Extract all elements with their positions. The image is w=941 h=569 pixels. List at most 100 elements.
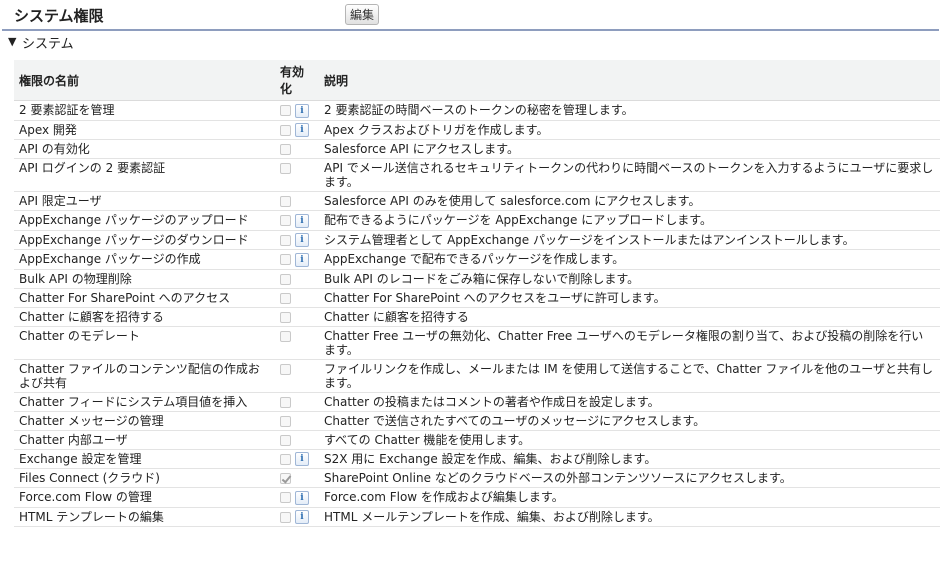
info-icon[interactable]: i (295, 510, 309, 524)
permission-description: Apex クラスおよびトリガを作成します。 (319, 120, 940, 140)
enabled-cell (275, 468, 319, 488)
enabled-cell (275, 411, 319, 431)
enabled-cell (275, 191, 319, 211)
enabled-checkbox[interactable] (280, 311, 291, 323)
permission-name: HTML テンプレートの編集 (14, 507, 275, 527)
enabled-cell (275, 158, 319, 192)
permission-name: Chatter For SharePoint へのアクセス (14, 288, 275, 308)
permission-name: Chatter 内部ユーザ (14, 430, 275, 450)
enabled-checkbox[interactable] (280, 105, 291, 116)
permission-description: Force.com Flow を作成および編集します。 (319, 487, 940, 508)
permission-name: AppExchange パッケージのアップロード (14, 210, 275, 231)
enabled-cell (275, 359, 319, 393)
enabled-cell (275, 288, 319, 308)
enabled-checkbox[interactable] (280, 492, 291, 503)
column-header-name: 権限の名前 (14, 60, 275, 101)
table-row: Exchange 設定を管理 i S2X 用に Exchange 設定を作成、編集、… (14, 449, 940, 469)
permission-name: API ログインの 2 要素認証 (14, 158, 275, 192)
table-row: Chatter に顧客を招待する Chatter に顧客を招待する (14, 307, 940, 327)
enabled-checkbox[interactable] (280, 396, 291, 408)
enabled-cell (275, 326, 319, 360)
permission-name: Chatter フィードにシステム項目値を挿入 (14, 392, 275, 412)
permission-description: Chatter For SharePoint へのアクセスをユーザに許可します。 (319, 288, 940, 308)
table-row: Files Connect (クラウド) SharePoint Online など… (14, 468, 940, 488)
enabled-checkbox[interactable] (280, 273, 291, 285)
enabled-checkbox[interactable] (280, 292, 291, 304)
permission-name: Chatter メッセージの管理 (14, 411, 275, 431)
permission-description: Chatter の投稿またはコメントの著者や作成日を設定します。 (319, 392, 940, 412)
permission-name: AppExchange パッケージの作成 (14, 249, 275, 270)
page-title: システム権限 (14, 7, 104, 25)
info-icon[interactable]: i (295, 252, 309, 267)
triangle-down-icon[interactable]: ▼ (8, 35, 16, 48)
info-icon[interactable]: i (295, 213, 309, 228)
permission-description: Chatter で送信されたすべてのユーザのメッセージにアクセスします。 (319, 411, 940, 431)
permission-name: Apex 開発 (14, 120, 275, 140)
enabled-cell: i (275, 487, 319, 508)
enabled-checkbox[interactable] (280, 434, 291, 446)
enabled-cell: i (275, 507, 319, 527)
enabled-checkbox[interactable] (280, 363, 291, 375)
table-row: Chatter メッセージの管理 Chatter で送信されたすべてのユーザのメッ… (14, 411, 940, 431)
permission-name: API の有効化 (14, 139, 275, 159)
enabled-checkbox[interactable] (280, 511, 291, 523)
enabled-cell: i (275, 210, 319, 231)
enabled-checkbox[interactable] (280, 124, 291, 136)
info-icon[interactable]: i (295, 452, 309, 466)
table-row: Chatter ファイルのコンテンツ配信の作成および共有 ファイルリンクを作成し、… (14, 359, 940, 393)
table-row: AppExchange パッケージのダウンロード i システム管理者として AppE… (14, 230, 940, 250)
table-header-row: 権限の名前 有効化 説明 (14, 60, 940, 101)
permission-description: HTML メールテンプレートを作成、編集、および削除します。 (319, 507, 940, 527)
enabled-checkbox[interactable] (280, 144, 291, 155)
table-row: API ログインの 2 要素認証 API でメール送信されるセキュリティトークンの… (14, 158, 940, 192)
enabled-checkbox[interactable] (280, 453, 291, 465)
enabled-cell (275, 430, 319, 450)
permission-name: Files Connect (クラウド) (14, 468, 275, 488)
permission-name: Chatter のモデレート (14, 326, 275, 360)
enabled-checkbox[interactable] (280, 415, 291, 427)
permission-name: Exchange 設定を管理 (14, 449, 275, 469)
table-row: Chatter For SharePoint へのアクセス Chatter For… (14, 288, 940, 308)
column-header-description: 説明 (319, 60, 940, 101)
table-row: AppExchange パッケージの作成 i AppExchange で配布できるパ… (14, 249, 940, 270)
edit-button[interactable]: 編集 (345, 4, 380, 25)
permission-description: 2 要素認証の時間ベースのトークンの秘密を管理します。 (319, 100, 940, 121)
table-row: HTML テンプレートの編集 i HTML メールテンプレートを作成、編集、および削… (14, 507, 940, 527)
permission-description: ファイルリンクを作成し、メールまたは IM を使用して送信することで、Chatt… (319, 359, 940, 393)
enabled-cell (275, 307, 319, 327)
enabled-checkbox[interactable] (280, 254, 291, 265)
enabled-cell: i (275, 449, 319, 469)
permission-description: 配布できるようにパッケージを AppExchange にアップロードします。 (319, 210, 940, 231)
info-icon[interactable]: i (295, 123, 309, 137)
table-row: Chatter 内部ユーザ すべての Chatter 機能を使用します。 (14, 430, 940, 450)
enabled-checkbox[interactable] (280, 234, 291, 246)
permissions-table: 権限の名前 有効化 説明 2 要素認証を管理 i 2 要素認証の時間ベースのトークン… (14, 60, 940, 527)
table-row: 2 要素認証を管理 i 2 要素認証の時間ベースのトークンの秘密を管理します。 (14, 100, 940, 121)
enabled-cell: i (275, 230, 319, 250)
section-header[interactable]: ▼ システム (2, 29, 939, 54)
enabled-checkbox[interactable] (280, 163, 291, 174)
info-icon[interactable]: i (295, 490, 309, 505)
info-icon[interactable]: i (295, 233, 309, 247)
enabled-checkbox[interactable] (280, 330, 291, 342)
page-header: システム権限 編集 (0, 0, 941, 29)
permission-description: Salesforce API にアクセスします。 (319, 139, 940, 159)
enabled-cell (275, 392, 319, 412)
enabled-checkbox[interactable] (280, 215, 291, 226)
enabled-cell (275, 269, 319, 289)
enabled-checkbox[interactable] (280, 473, 291, 484)
permission-description: すべての Chatter 機能を使用します。 (319, 430, 940, 450)
enabled-cell (275, 139, 319, 159)
info-icon[interactable]: i (295, 103, 309, 118)
table-row: AppExchange パッケージのアップロード i 配布できるようにパッケージを … (14, 210, 940, 231)
enabled-checkbox[interactable] (280, 196, 291, 207)
table-row: Force.com Flow の管理 i Force.com Flow を作成および… (14, 487, 940, 508)
permission-description: Bulk API のレコードをごみ箱に保存しないで削除します。 (319, 269, 940, 289)
permission-name: AppExchange パッケージのダウンロード (14, 230, 275, 250)
enabled-cell: i (275, 249, 319, 270)
section-title: システム (22, 37, 74, 52)
table-row: Bulk API の物理削除 Bulk API のレコードをごみ箱に保存しないで削… (14, 269, 940, 289)
permission-name: Chatter ファイルのコンテンツ配信の作成および共有 (14, 359, 275, 393)
table-row: Chatter フィードにシステム項目値を挿入 Chatter の投稿またはコメン… (14, 392, 940, 412)
permission-description: Chatter Free ユーザの無効化、Chatter Free ユーザへのモ… (319, 326, 940, 360)
